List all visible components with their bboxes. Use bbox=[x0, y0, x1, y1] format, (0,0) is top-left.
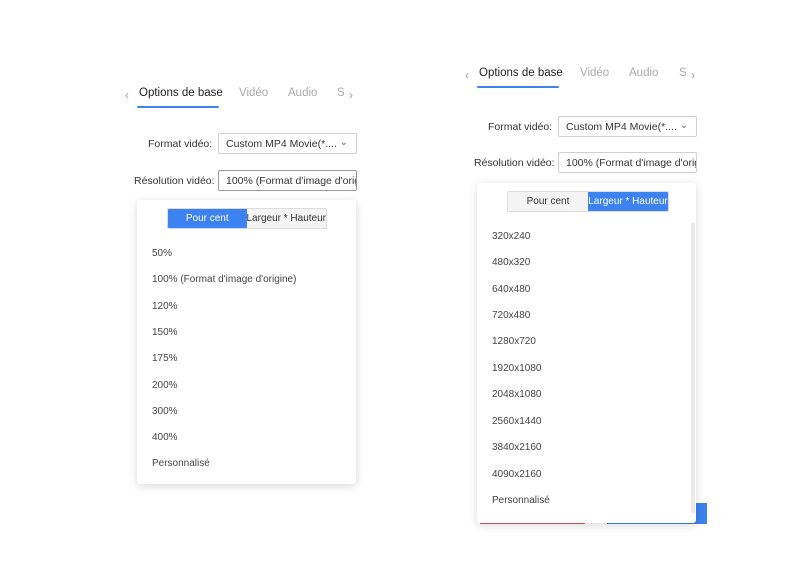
percent-mode-button[interactable]: Pour cent bbox=[168, 209, 247, 228]
option-100-original[interactable]: 100% (Format d'image d'origine) bbox=[152, 274, 296, 285]
option-480x320[interactable]: 480x320 bbox=[492, 257, 530, 268]
resolution-select[interactable]: 100% (Format d'image d'origi bbox=[558, 152, 697, 173]
tab-video[interactable]: Vidéo bbox=[239, 87, 268, 99]
chevron-left-icon[interactable]: ‹ bbox=[125, 88, 129, 102]
option-4090x2160[interactable]: 4090x2160 bbox=[492, 469, 542, 480]
tab-audio[interactable]: Audio bbox=[288, 87, 317, 99]
option-320x240[interactable]: 320x240 bbox=[492, 231, 530, 242]
tab-options-de-base[interactable]: Options de base bbox=[479, 67, 563, 79]
resolution-dropdown: Pour cent Largeur * Hauteur 50% 100% (Fo… bbox=[137, 200, 356, 484]
option-300[interactable]: 300% bbox=[152, 406, 178, 417]
tab-video[interactable]: Vidéo bbox=[580, 67, 609, 79]
settings-panel-percent: ‹ Options de base Vidéo Audio S › Format… bbox=[117, 80, 367, 505]
format-select[interactable]: Custom MP4 Movie(*.... ⌄ bbox=[558, 116, 697, 137]
option-50[interactable]: 50% bbox=[152, 248, 172, 259]
option-2048x1080[interactable]: 2048x1080 bbox=[492, 389, 542, 400]
option-200[interactable]: 200% bbox=[152, 380, 178, 391]
resolution-select[interactable]: 100% (Format d'image d'orig bbox=[218, 170, 357, 191]
tab-audio[interactable]: Audio bbox=[629, 67, 658, 79]
settings-panel-size: ‹ Options de base Vidéo Audio S › Format… bbox=[457, 60, 707, 525]
chevron-right-icon[interactable]: › bbox=[349, 88, 353, 102]
chevron-left-icon[interactable]: ‹ bbox=[465, 68, 469, 82]
format-value: Custom MP4 Movie(*.... bbox=[566, 121, 677, 133]
option-720x480[interactable]: 720x480 bbox=[492, 310, 530, 321]
option-2560x1440[interactable]: 2560x1440 bbox=[492, 416, 542, 427]
option-3840x2160[interactable]: 3840x2160 bbox=[492, 442, 542, 453]
tab-subtitles[interactable]: S bbox=[337, 87, 345, 99]
option-400[interactable]: 400% bbox=[152, 432, 178, 443]
active-tab-indicator bbox=[477, 86, 559, 88]
format-label: Format vidéo: bbox=[148, 138, 213, 150]
tab-bar: ‹ Options de base Vidéo Audio S › bbox=[117, 80, 367, 114]
tab-subtitles[interactable]: S bbox=[679, 67, 687, 79]
chevron-down-icon: ⌄ bbox=[679, 120, 688, 131]
size-mode-button[interactable]: Largeur * Hauteur bbox=[246, 209, 326, 228]
option-150[interactable]: 150% bbox=[152, 327, 178, 338]
option-640x480[interactable]: 640x480 bbox=[492, 284, 530, 295]
chevron-right-icon[interactable]: › bbox=[691, 68, 695, 82]
format-select[interactable]: Custom MP4 Movie(*.... ⌄ bbox=[218, 133, 357, 154]
active-tab-indicator bbox=[137, 106, 219, 108]
option-1280x720[interactable]: 1280x720 bbox=[492, 336, 536, 347]
option-1920x1080[interactable]: 1920x1080 bbox=[492, 363, 542, 374]
dropdown-scrollbar[interactable] bbox=[691, 223, 695, 513]
option-175[interactable]: 175% bbox=[152, 353, 178, 364]
resolution-value: 100% (Format d'image d'orig bbox=[226, 175, 357, 187]
option-120[interactable]: 120% bbox=[152, 301, 178, 312]
resolution-label: Résolution vidéo: bbox=[474, 157, 555, 169]
resolution-dropdown: Pour cent Largeur * Hauteur 320x240 480x… bbox=[477, 183, 696, 523]
resolution-label: Résolution vidéo: bbox=[134, 175, 215, 187]
mode-segmented-control: Pour cent Largeur * Hauteur bbox=[167, 208, 327, 229]
option-custom[interactable]: Personnalisé bbox=[152, 458, 210, 469]
size-mode-button[interactable]: Largeur * Hauteur bbox=[588, 192, 668, 211]
tab-bar: ‹ Options de base Vidéo Audio S › bbox=[457, 60, 707, 94]
option-custom[interactable]: Personnalisé bbox=[492, 495, 550, 506]
tab-options-de-base[interactable]: Options de base bbox=[139, 87, 223, 99]
resolution-value: 100% (Format d'image d'origi bbox=[566, 157, 697, 169]
mode-segmented-control: Pour cent Largeur * Hauteur bbox=[507, 191, 669, 212]
format-label: Format vidéo: bbox=[488, 121, 553, 133]
format-value: Custom MP4 Movie(*.... bbox=[226, 138, 337, 150]
chevron-down-icon: ⌄ bbox=[339, 137, 348, 148]
percent-mode-button[interactable]: Pour cent bbox=[508, 192, 588, 211]
